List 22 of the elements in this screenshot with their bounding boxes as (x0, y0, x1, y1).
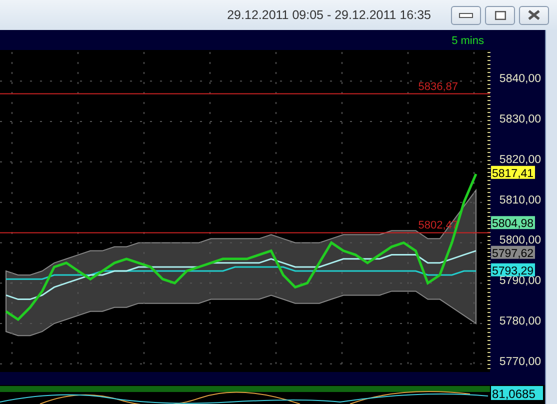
window-title: 29.12.2011 09:05 - 29.12.2011 16:35 (227, 6, 431, 24)
axis-tick-label: 5780,00 (499, 316, 541, 328)
close-icon (528, 10, 540, 20)
price-tag: 5817,41 (491, 166, 535, 180)
level-label: 5836,87 (418, 80, 458, 93)
axis-tick-label: 5820,00 (499, 154, 541, 166)
axis-tick-label: 5800,00 (499, 234, 541, 247)
close-button[interactable] (519, 6, 549, 24)
price-tag: 5804,98 (491, 216, 535, 230)
axis-tick-label: 5770,00 (499, 356, 541, 368)
maximize-button[interactable] (485, 6, 515, 24)
minimize-button[interactable] (451, 6, 481, 24)
maximize-icon (494, 10, 506, 20)
axis-tick-label: 5790,00 (499, 275, 541, 288)
axis-tick-label: 5810,00 (499, 194, 541, 206)
axis-tick-label: 5830,00 (499, 114, 541, 126)
indicator-value-tag: 81,0685 (491, 386, 543, 401)
minimize-icon (459, 12, 473, 18)
price-tag: 5797,62 (491, 246, 535, 260)
axis-tick-label: 5840,00 (499, 73, 541, 86)
price-tag: 5793,29 (491, 263, 535, 278)
timeframe-label: 5 mins (452, 35, 484, 47)
